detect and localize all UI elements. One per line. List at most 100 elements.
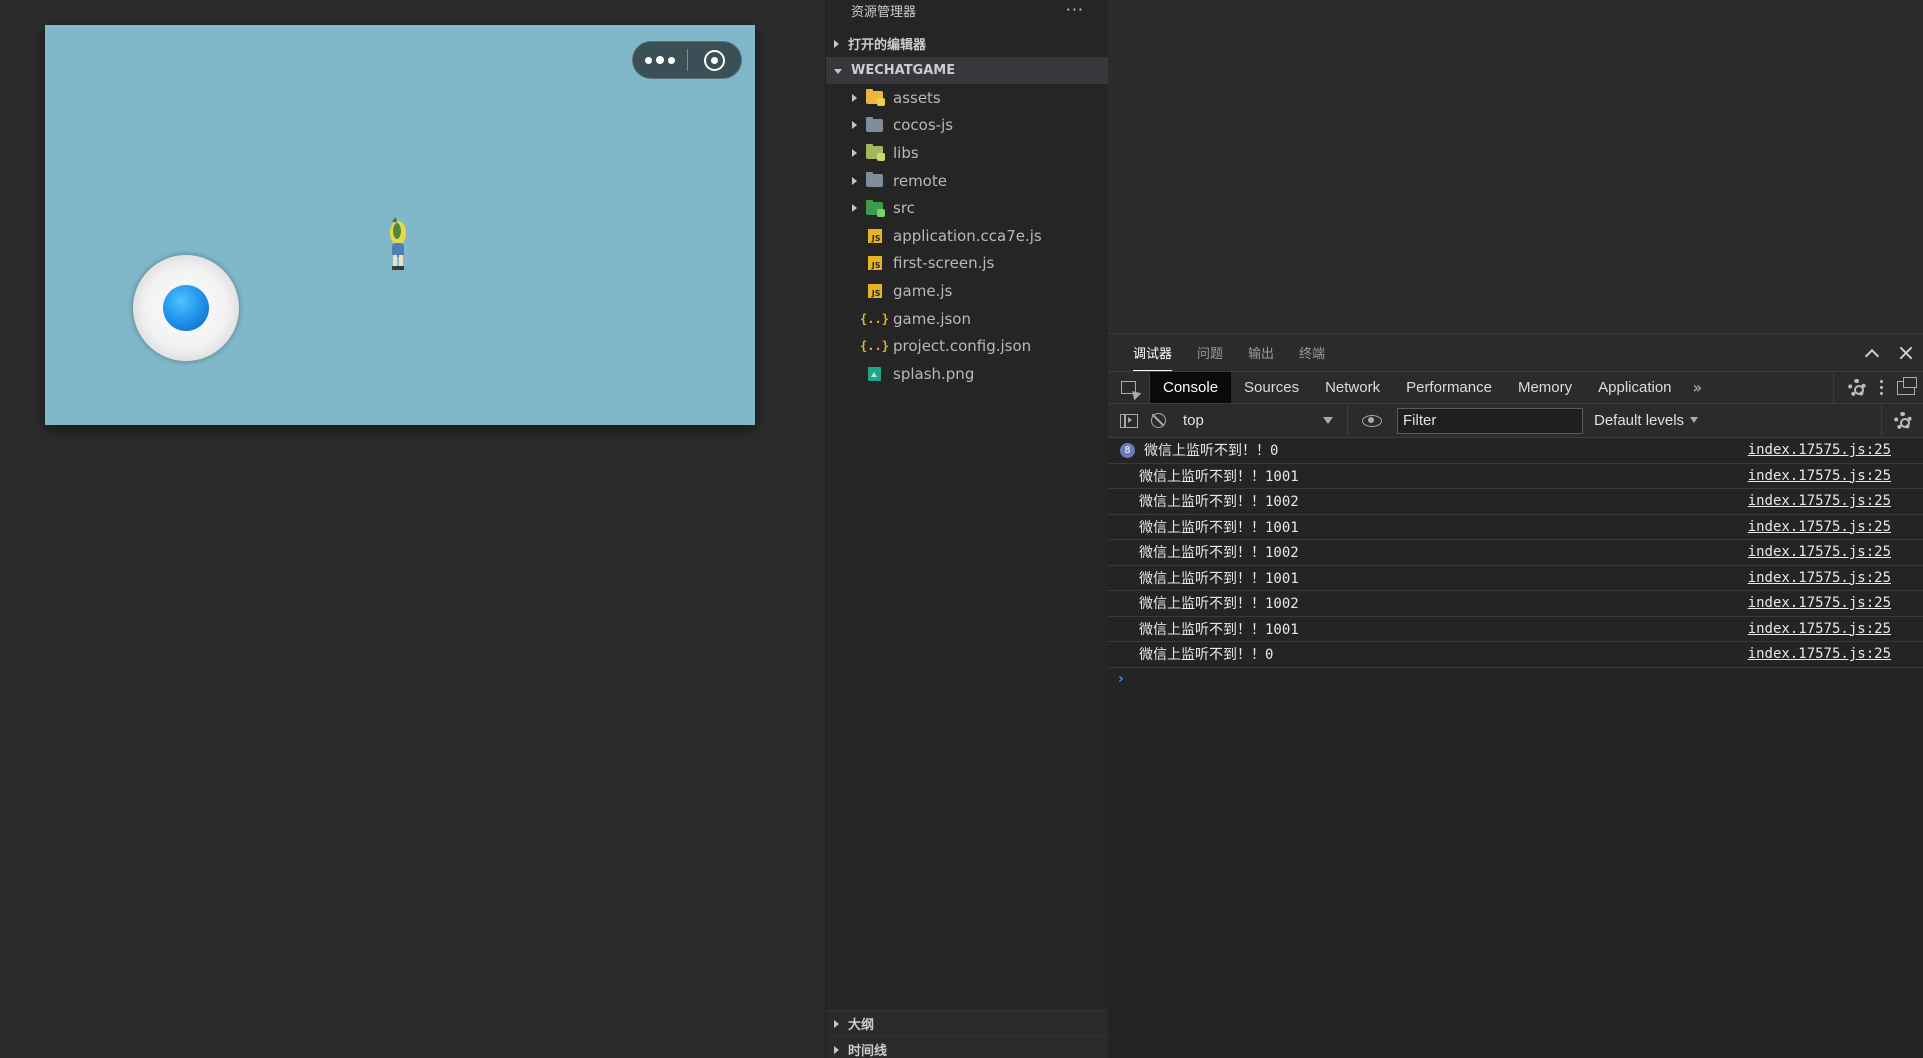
tab-application[interactable]: Application — [1585, 372, 1684, 403]
chevron-down-icon — [834, 69, 842, 74]
game-canvas[interactable] — [45, 25, 755, 425]
outline-section[interactable]: 大纲 — [826, 1010, 1108, 1036]
chevron-right-icon — [852, 148, 857, 157]
log-levels-select[interactable]: Default levels — [1594, 412, 1699, 429]
source-link[interactable]: index.17575.js:25 — [1748, 442, 1891, 458]
chevron-right-icon — [834, 1019, 839, 1028]
console-message[interactable]: 微信上监听不到！！1001 index.17575.js:25 — [1108, 617, 1923, 642]
console-prompt[interactable]: › — [1108, 668, 1923, 690]
close-game-icon[interactable] — [687, 42, 741, 78]
joystick[interactable] — [133, 255, 239, 361]
js-file-icon: JS — [866, 283, 883, 298]
file-tree-item-label: remote — [893, 171, 947, 190]
file-tree-item[interactable]: JS game.js — [826, 277, 1108, 305]
close-panel-icon[interactable] — [1899, 346, 1913, 360]
console-message[interactable]: 微信上监听不到！！1002 index.17575.js:25 — [1108, 489, 1923, 515]
open-editors-section[interactable]: 打开的编辑器 — [826, 30, 1108, 57]
undock-icon[interactable] — [1897, 376, 1917, 395]
source-link[interactable]: index.17575.js:25 — [1748, 544, 1891, 560]
folder-icon — [866, 116, 883, 133]
explorer-header: 资源管理器 ··· — [826, 0, 1108, 20]
file-tree-item[interactable]: remote — [826, 167, 1108, 195]
tab-debugger[interactable]: 调试器 — [1133, 334, 1173, 371]
console-message-text: 微信上监听不到！！1001 — [1139, 570, 1299, 587]
tab-performance[interactable]: Performance — [1393, 372, 1505, 403]
folder-icon — [866, 199, 885, 217]
source-link[interactable]: index.17575.js:25 — [1748, 646, 1891, 662]
console-message-text: 微信上监听不到！！1002 — [1139, 596, 1299, 613]
context-select[interactable]: top — [1183, 404, 1348, 437]
file-tree-item[interactable]: cocos-js — [826, 112, 1108, 140]
console-message-text: 微信上监听不到！！1001 — [1139, 519, 1299, 536]
panel-tabs: 调试器 问题 输出 终端 — [1108, 333, 1923, 371]
repeat-count-badge: 8 — [1120, 443, 1135, 458]
file-tree-item[interactable]: JS first-screen.js — [826, 250, 1108, 278]
timeline-label: 时间线 — [848, 1044, 888, 1058]
file-tree-item[interactable]: JS application.cca7e.js — [826, 222, 1108, 250]
tab-sources[interactable]: Sources — [1231, 372, 1312, 403]
tab-memory[interactable]: Memory — [1505, 372, 1585, 403]
json-file-icon: {..} — [860, 339, 889, 354]
file-tree-item-label: assets — [893, 88, 941, 107]
explorer-more-icon[interactable]: ··· — [1066, 0, 1084, 19]
dropdown-triangle-icon — [1690, 416, 1699, 423]
project-section[interactable]: WECHATGAME — [826, 57, 1108, 84]
console-message-text: 微信上监听不到！！1001 — [1139, 468, 1299, 485]
clear-console-icon[interactable] — [1151, 413, 1166, 428]
prompt-caret: › — [1118, 670, 1124, 687]
file-tree-item[interactable]: splash.png — [826, 360, 1108, 388]
devtools-menu-icon[interactable] — [1880, 380, 1883, 395]
devtools-right-tools — [1833, 372, 1923, 403]
console-message[interactable]: 微信上监听不到！！1001 index.17575.js:25 — [1108, 515, 1923, 540]
console-settings-icon[interactable] — [1893, 411, 1912, 430]
file-tree-item[interactable]: libs — [826, 139, 1108, 167]
outline-label: 大纲 — [848, 1018, 875, 1033]
file-tree-item[interactable]: {..} game.json — [826, 305, 1108, 333]
chevron-right-icon — [834, 39, 839, 48]
file-tree-item[interactable]: src — [826, 194, 1108, 222]
console-message[interactable]: 8 微信上监听不到！！0 index.17575.js:25 — [1108, 438, 1923, 464]
console-message[interactable]: 微信上监听不到！！1002 index.17575.js:25 — [1108, 591, 1923, 617]
file-tree-item-label: project.config.json — [893, 337, 1032, 356]
joystick-knob[interactable] — [163, 285, 209, 331]
devtools-settings-icon[interactable] — [1848, 378, 1866, 397]
console-message[interactable]: 微信上监听不到！！1001 index.17575.js:25 — [1108, 566, 1923, 591]
console-message[interactable]: 微信上监听不到！！1001 index.17575.js:25 — [1108, 464, 1923, 489]
file-tree-item-label: first-screen.js — [893, 254, 995, 273]
more-tabs-icon[interactable]: » — [1685, 378, 1711, 397]
timeline-section[interactable]: 时间线 — [826, 1036, 1108, 1058]
console-message-text: 微信上监听不到！！0 — [1144, 443, 1279, 460]
source-link[interactable]: index.17575.js:25 — [1748, 493, 1891, 509]
file-tree-item[interactable]: assets — [826, 84, 1108, 112]
source-link[interactable]: index.17575.js:25 — [1748, 621, 1891, 637]
tab-terminal[interactable]: 终端 — [1299, 334, 1325, 371]
file-tree-item-label: application.cca7e.js — [893, 226, 1042, 245]
file-tree-item-label: cocos-js — [893, 116, 954, 135]
tab-problems[interactable]: 问题 — [1197, 334, 1223, 371]
console-message[interactable]: 微信上监听不到！！1002 index.17575.js:25 — [1108, 540, 1923, 566]
console-message-text: 微信上监听不到！！1001 — [1139, 621, 1299, 638]
console-filter-input[interactable] — [1397, 407, 1583, 434]
tab-network[interactable]: Network — [1312, 372, 1393, 403]
source-link[interactable]: index.17575.js:25 — [1748, 468, 1891, 484]
source-link[interactable]: index.17575.js:25 — [1748, 519, 1891, 535]
inspect-element-icon[interactable] — [1108, 372, 1150, 403]
file-tree-item[interactable]: {..} project.config.json — [826, 332, 1108, 360]
tab-output[interactable]: 输出 — [1248, 334, 1274, 371]
console-message-text: 微信上监听不到！！0 — [1139, 647, 1274, 664]
live-expression-eye-icon[interactable] — [1362, 414, 1382, 427]
source-link[interactable]: index.17575.js:25 — [1748, 595, 1891, 611]
file-tree: assets cocos-js libs remote src JS application… — [826, 84, 1108, 388]
folder-icon — [866, 144, 885, 162]
more-icon[interactable] — [633, 42, 687, 78]
console-message[interactable]: 微信上监听不到！！0 index.17575.js:25 — [1108, 642, 1923, 668]
simulator-pane — [0, 0, 825, 1058]
maximize-panel-icon[interactable] — [1864, 348, 1880, 363]
chevron-right-icon — [852, 93, 857, 102]
console-settings-button[interactable] — [1881, 404, 1923, 437]
source-link[interactable]: index.17575.js:25 — [1748, 570, 1891, 586]
editor-empty-area — [1108, 0, 1923, 333]
chevron-right-icon — [852, 176, 857, 185]
console-sidebar-icon[interactable] — [1120, 413, 1138, 428]
tab-console[interactable]: Console — [1150, 372, 1232, 403]
